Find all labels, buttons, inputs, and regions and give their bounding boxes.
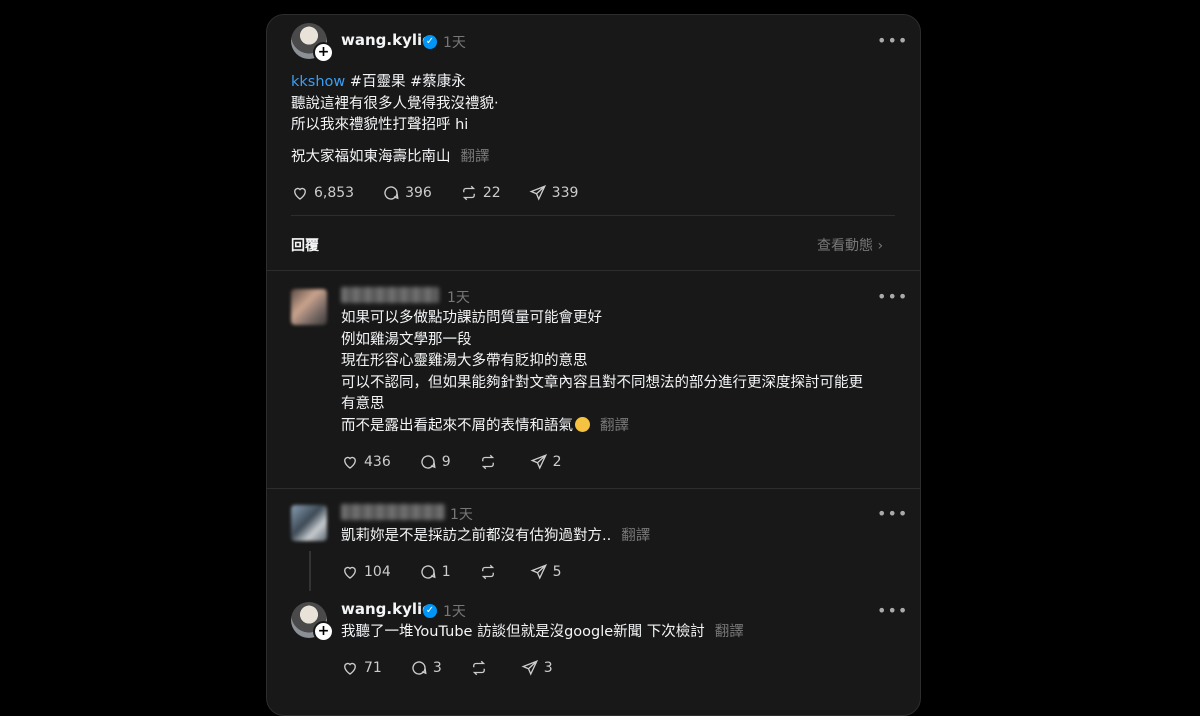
reply-line: 例如雞湯文學那一段: [341, 331, 472, 348]
more-icon[interactable]: •••: [877, 601, 908, 620]
wish-text: 祝大家福如東海壽比南山: [291, 149, 451, 165]
follow-plus-icon[interactable]: +: [313, 621, 334, 642]
share-icon: [529, 185, 546, 201]
avatar[interactable]: [291, 289, 327, 325]
comment-count: 1: [441, 564, 451, 580]
more-icon[interactable]: •••: [877, 31, 908, 50]
heart-icon: [344, 566, 356, 579]
like-count: 436: [364, 454, 391, 470]
view-activity-label: 查看動態: [817, 238, 873, 254]
comment-count: 3: [432, 660, 442, 676]
reply-body: 凱莉妳是不是採訪之前都沒有估狗過對方.. 翻譯: [341, 526, 650, 548]
heart-icon: [344, 662, 356, 675]
like-count: 104: [364, 564, 391, 580]
more-icon[interactable]: •••: [877, 287, 908, 306]
share-button[interactable]: 5: [530, 563, 562, 581]
share-button[interactable]: 2: [530, 453, 562, 471]
share-icon: [530, 454, 547, 470]
view-activity-link[interactable]: 查看動態 ›: [817, 235, 883, 255]
replies-label: 回覆: [291, 238, 319, 254]
reply-line: 現在形容心靈雞湯大多帶有貶抑的意思: [341, 353, 588, 369]
verified-badge-icon: ✓: [423, 35, 437, 49]
reply-line: 有意思: [341, 396, 385, 412]
comment-button[interactable]: 3: [410, 659, 442, 677]
share-button[interactable]: 3: [521, 659, 553, 677]
post-line: 聽說這裡有很多人覺得我沒禮貌‧: [291, 95, 499, 112]
username-blurred[interactable]: [341, 287, 439, 303]
reply-body: 我聽了一堆YouTube 訪談但就是沒google新聞 下次檢討 翻譯: [341, 622, 744, 644]
post-time[interactable]: 1天: [443, 32, 466, 52]
divider: [267, 488, 920, 489]
hashtags[interactable]: #百靈果 #蔡康永: [350, 74, 466, 90]
reply-line: 如果可以多做點功課訪問質量可能會更好: [341, 310, 602, 326]
thread-line: [309, 551, 311, 591]
like-button[interactable]: 104: [341, 563, 391, 581]
repost-icon: [481, 454, 494, 470]
comment-count: 396: [405, 185, 432, 201]
divider: [267, 270, 920, 271]
share-count: 339: [551, 185, 579, 201]
share-count: 5: [552, 564, 562, 580]
post-time[interactable]: 1天: [447, 287, 470, 307]
post-line: 所以我來禮貌性打聲招呼 hi: [291, 117, 469, 133]
post-wish-line: 祝大家福如東海壽比南山 翻譯: [291, 147, 490, 169]
reply-text: 凱莉妳是不是採訪之前都沒有估狗過對方..: [341, 528, 612, 544]
repost-button[interactable]: [470, 659, 493, 677]
repost-icon: [481, 564, 494, 580]
like-button[interactable]: 6,853: [291, 184, 354, 202]
divider: [291, 215, 895, 216]
username[interactable]: wang.kylie: [341, 31, 432, 49]
comment-button[interactable]: 1: [419, 563, 451, 581]
comment-icon: [421, 455, 436, 469]
repost-button[interactable]: [479, 453, 502, 471]
share-button[interactable]: 339: [529, 184, 579, 202]
post-actions: 436 9 2: [341, 453, 590, 471]
kkshow-link[interactable]: kkshow: [291, 74, 345, 90]
post-time[interactable]: 1天: [443, 601, 466, 621]
post-actions: 6,853 396 22 339: [291, 184, 606, 202]
comment-icon: [412, 661, 427, 675]
username[interactable]: wang.kylie: [341, 600, 432, 618]
like-button[interactable]: 71: [341, 659, 382, 677]
reply-text: 我聽了一堆YouTube 訪談但就是沒google新聞 下次檢討: [341, 624, 705, 640]
post-time[interactable]: 1天: [450, 504, 473, 524]
share-icon: [530, 564, 547, 580]
post-body: kkshow #百靈果 #蔡康永 聽說這裡有很多人覺得我沒禮貌‧ 所以我來禮貌性…: [291, 72, 499, 137]
repost-button[interactable]: [479, 563, 502, 581]
share-count: 3: [543, 660, 553, 676]
post-actions: 104 1 5: [341, 563, 590, 581]
reply-line: 可以不認同，但如果能夠針對文章內容且對不同想法的部分進行更深度探討可能更: [341, 374, 863, 391]
share-icon: [521, 660, 538, 676]
verified-badge-icon: ✓: [423, 604, 437, 618]
username-blurred[interactable]: [341, 504, 445, 520]
like-button[interactable]: 436: [341, 453, 391, 471]
more-icon[interactable]: •••: [877, 504, 908, 523]
translate-link[interactable]: 翻譯: [600, 418, 629, 434]
like-count: 71: [364, 660, 382, 676]
comment-button[interactable]: 396: [382, 184, 432, 202]
translate-link[interactable]: 翻譯: [621, 528, 650, 544]
repost-icon: [472, 660, 485, 676]
avatar[interactable]: [291, 505, 327, 541]
repost-count: 22: [482, 185, 501, 201]
heart-icon: [294, 187, 306, 200]
translate-link[interactable]: 翻譯: [715, 624, 744, 640]
heart-icon: [344, 456, 356, 469]
share-count: 2: [552, 454, 562, 470]
comment-icon: [384, 186, 399, 200]
grinning-emoji-icon: [575, 416, 590, 432]
reply-line: 而不是露出看起來不屑的表情和語氣: [341, 417, 573, 434]
follow-plus-icon[interactable]: +: [313, 42, 334, 63]
comment-count: 9: [441, 454, 451, 470]
comment-button[interactable]: 9: [419, 453, 451, 471]
repost-icon: [462, 185, 475, 201]
post-actions: 71 3 3: [341, 659, 581, 677]
translate-link[interactable]: 翻譯: [461, 149, 490, 165]
repost-button[interactable]: 22: [460, 184, 501, 202]
comment-icon: [421, 565, 436, 579]
thread-card: + wang.kylie ✓ 1天 ••• kkshow #百靈果 #蔡康永 聽…: [266, 14, 921, 716]
reply-body: 如果可以多做點功課訪問質量可能會更好 例如雞湯文學那一段 現在形容心靈雞湯大多帶…: [341, 308, 863, 437]
like-count: 6,853: [314, 185, 355, 201]
chevron-right-icon: ›: [877, 238, 884, 254]
